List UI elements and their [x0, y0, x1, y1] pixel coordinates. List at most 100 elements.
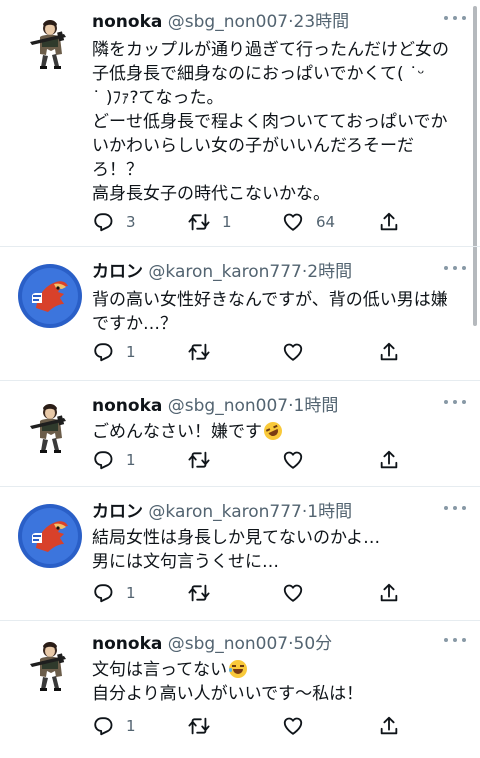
retweet-button[interactable]	[188, 338, 210, 366]
retweet-icon	[188, 341, 210, 363]
tweet-time[interactable]: 1時間	[307, 502, 352, 522]
author-name[interactable]: カロン	[92, 262, 143, 282]
tweet-header: nonoka @sbg_non007·23時間	[92, 10, 430, 34]
author-handle[interactable]: @karon_karon777	[148, 262, 301, 282]
more-icon[interactable]	[444, 266, 466, 274]
author-name[interactable]: nonoka	[92, 634, 162, 654]
share-icon	[378, 211, 400, 233]
like-icon	[282, 582, 304, 604]
tweet[interactable]: nonoka @sbg_non007·50分 文句は言ってない 自分より高い人が…	[0, 632, 480, 758]
retweet-icon	[188, 449, 210, 471]
reply-icon	[92, 341, 114, 363]
author-handle[interactable]: @sbg_non007	[168, 634, 288, 654]
more-icon[interactable]	[444, 638, 466, 646]
tweet-actions: 1	[92, 338, 412, 366]
share-button[interactable]	[378, 446, 400, 474]
tweet[interactable]: カロン @karon_karon777·2時間 背の高い女性好きなんですが、背の…	[0, 260, 480, 380]
like-button[interactable]	[282, 446, 304, 474]
tweet-actions: 1	[92, 446, 412, 474]
author-handle[interactable]: @sbg_non007	[168, 396, 288, 416]
like-icon	[282, 211, 304, 233]
author-handle[interactable]: @sbg_non007	[168, 12, 288, 32]
more-icon[interactable]	[444, 400, 466, 408]
avatar[interactable]	[18, 504, 82, 568]
avatar[interactable]	[18, 634, 82, 698]
retweet-icon	[188, 211, 210, 233]
divider	[0, 620, 480, 621]
share-icon	[378, 449, 400, 471]
tweet-time[interactable]: 23時間	[294, 12, 350, 32]
nonoka-avatar-image	[18, 634, 82, 698]
tweet-text: 文句は言ってない 自分より高い人がいいです〜私は！	[92, 658, 458, 706]
reply-icon	[92, 715, 114, 737]
divider	[0, 486, 480, 487]
tweet-line: 背の高い女性好きなんですが、背の低い男は嫌	[92, 290, 448, 310]
reply-count: 3	[126, 213, 136, 231]
like-button[interactable]	[282, 579, 304, 607]
share-button[interactable]	[378, 579, 400, 607]
tweet-line: ですか…？	[92, 314, 177, 334]
tweet-text: 結局女性は身長しか見てないのかよ… 男には文句言うくせに…	[92, 526, 458, 574]
tweet-text: ごめんなさい！嫌です	[92, 419, 458, 444]
tweet-line: 男には文句言うくせに…	[92, 552, 279, 572]
tweet-time[interactable]: 50分	[294, 634, 333, 654]
tweet-actions: 1	[92, 579, 412, 607]
author-name[interactable]: nonoka	[92, 396, 162, 416]
more-icon[interactable]	[444, 506, 466, 514]
retweet-button[interactable]: 1	[188, 208, 232, 236]
reply-button[interactable]: 3	[92, 208, 136, 236]
avatar[interactable]	[18, 264, 82, 328]
share-icon	[378, 341, 400, 363]
like-button[interactable]: 64	[282, 208, 335, 236]
like-button[interactable]	[282, 338, 304, 366]
share-button[interactable]	[378, 712, 400, 740]
karon-avatar-image	[18, 504, 82, 568]
reply-button[interactable]: 1	[92, 338, 136, 366]
tweet-line: どーせ低身長で程よく肉ついてておっぱいでか	[92, 112, 448, 132]
share-button[interactable]	[378, 208, 400, 236]
reply-count: 1	[126, 717, 136, 735]
tweet-line: 自分より高い人がいいです〜私は！	[92, 684, 364, 704]
reply-button[interactable]: 1	[92, 712, 136, 740]
laughing-emoji-icon	[229, 660, 248, 678]
tweet-text: 隣をカップルが通り過ぎて行ったんだけど女の 子低身長で細身なのにおっぱいでかくて…	[92, 38, 458, 206]
tweet-line: 高身長女子の時代こないかな。	[92, 184, 330, 204]
share-icon	[378, 582, 400, 604]
like-icon	[282, 341, 304, 363]
reply-icon	[92, 449, 114, 471]
tweet-time[interactable]: 2時間	[307, 262, 352, 282]
karon-avatar-image	[18, 264, 82, 328]
tweet-header: カロン @karon_karon777·2時間	[92, 260, 430, 284]
retweet-button[interactable]	[188, 712, 210, 740]
tweet-line: いかわいらしい女の子がいいんだろそーだ	[92, 136, 414, 156]
more-icon[interactable]	[444, 16, 466, 24]
retweet-button[interactable]	[188, 579, 210, 607]
tweet-line: 文句は言ってない	[92, 660, 228, 680]
tweet[interactable]: カロン @karon_karon777·1時間 結局女性は身長しか見てないのかよ…	[0, 500, 480, 620]
like-button[interactable]	[282, 712, 304, 740]
retweet-button[interactable]	[188, 446, 210, 474]
tweet-line: ごめんなさい！嫌です	[92, 422, 262, 442]
author-name[interactable]: カロン	[92, 502, 143, 522]
share-button[interactable]	[378, 338, 400, 366]
avatar[interactable]	[18, 396, 82, 460]
tweet-actions: 3 1 64	[92, 208, 412, 236]
share-icon	[378, 715, 400, 737]
rofl-emoji-icon	[261, 419, 285, 443]
tweet-line: 結局女性は身長しか見てないのかよ…	[92, 528, 381, 548]
like-count: 64	[316, 213, 336, 231]
like-icon	[282, 449, 304, 471]
retweet-count: 1	[222, 213, 232, 231]
author-name[interactable]: nonoka	[92, 12, 162, 32]
nonoka-avatar-image	[18, 396, 82, 460]
avatar[interactable]	[18, 12, 82, 76]
reply-button[interactable]: 1	[92, 579, 136, 607]
tweet[interactable]: nonoka @sbg_non007·1時間 ごめんなさい！嫌です 1	[0, 394, 480, 486]
author-handle[interactable]: @karon_karon777	[148, 502, 301, 522]
tweet-line: 子低身長で細身なのにおっぱいでかくて( ˙ᵕ	[92, 64, 425, 84]
reply-count: 1	[126, 451, 136, 469]
tweet[interactable]: nonoka @sbg_non007·23時間 隣をカップルが通り過ぎて行ったん…	[0, 10, 480, 246]
reply-count: 1	[126, 584, 136, 602]
tweet-time[interactable]: 1時間	[294, 396, 339, 416]
reply-button[interactable]: 1	[92, 446, 136, 474]
